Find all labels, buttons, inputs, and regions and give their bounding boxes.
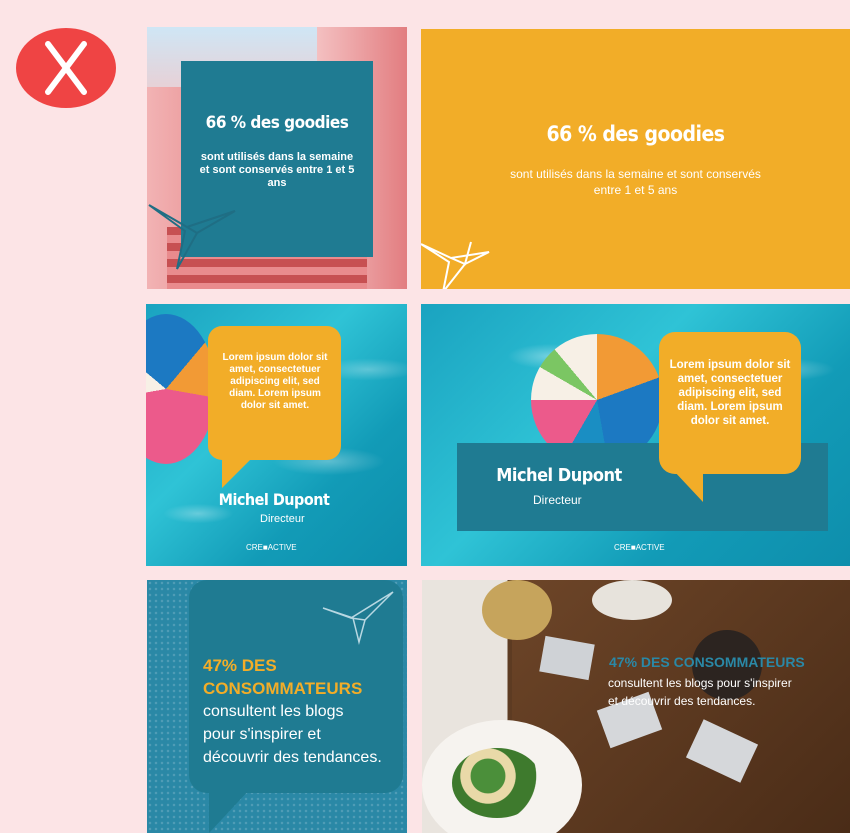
salad bbox=[452, 748, 542, 818]
stat-heading-line: 47% DES bbox=[203, 656, 277, 675]
stat-body: consultent les blogs pour s'inspirer et … bbox=[608, 674, 848, 710]
origami-bird-icon bbox=[421, 241, 490, 289]
person bbox=[482, 580, 552, 640]
tile-stat-photo[interactable]: 66 % des goodies sont utilisés dans la s… bbox=[147, 27, 407, 289]
stat-body: sont utilisés dans la semaine et sont co… bbox=[510, 167, 761, 197]
stat-heading-line: CONSOMMATEURS bbox=[203, 679, 363, 698]
error-close-icon bbox=[16, 28, 116, 108]
speech-bubble-tail bbox=[673, 470, 703, 502]
tile-consumers-photo[interactable]: 47% DES CONSOMMATEURS consultent les blo… bbox=[422, 580, 850, 833]
stat-body-line: et découvrir des tendances. bbox=[608, 694, 756, 708]
tile-stat-yellow[interactable]: 66 % des goodies sont utilisés dans la s… bbox=[421, 29, 850, 289]
stat-body-line: consultent les blogs pour s'inspirer bbox=[608, 676, 792, 690]
stat-body-line: découvrir des tendances. bbox=[203, 749, 382, 766]
person-name: Michel Dupont bbox=[496, 465, 622, 486]
stat-title: 66 % des goodies bbox=[205, 113, 349, 133]
bubble-text: Lorem ipsum dolor sit amet, consectetuer… bbox=[222, 352, 328, 411]
person-name: Michel Dupont bbox=[218, 490, 330, 509]
stat-body-line: consultent les blogs bbox=[203, 703, 344, 720]
speech-bubble-tail bbox=[209, 788, 251, 833]
stat-body-line: pour s'inspirer et bbox=[203, 726, 321, 743]
stat-title: 66 % des goodies bbox=[546, 122, 725, 146]
tile-consumers-square[interactable]: 47% DES CONSOMMATEURS consultent les blo… bbox=[147, 580, 407, 833]
tile-quote-wide[interactable]: Lorem ipsum dolor sit amet, consectetuer… bbox=[421, 304, 850, 566]
speech-bubble-tail bbox=[222, 454, 256, 488]
brand-logo: CRE■ACTIVE bbox=[246, 543, 297, 552]
beach-ball bbox=[146, 314, 216, 464]
origami-bird-icon bbox=[322, 591, 394, 645]
stat-body: sont utilisés dans la semaine et sont co… bbox=[199, 151, 355, 189]
tile-quote-square[interactable]: Lorem ipsum dolor sit amet, consectetuer… bbox=[146, 304, 407, 566]
stat-heading: 47% DES CONSOMMATEURS bbox=[203, 654, 393, 700]
person bbox=[592, 580, 672, 620]
brand-logo: CRE■ACTIVE bbox=[614, 543, 665, 552]
stat-body: consultent les blogs pour s'inspirer et … bbox=[203, 700, 403, 769]
bubble-text: Lorem ipsum dolor sit amet, consectetuer… bbox=[669, 359, 791, 427]
person-role: Directeur bbox=[533, 493, 582, 507]
person-role: Directeur bbox=[260, 513, 305, 525]
stat-heading: 47% DES CONSOMMATEURS bbox=[609, 654, 805, 670]
origami-bird-icon bbox=[148, 204, 236, 270]
